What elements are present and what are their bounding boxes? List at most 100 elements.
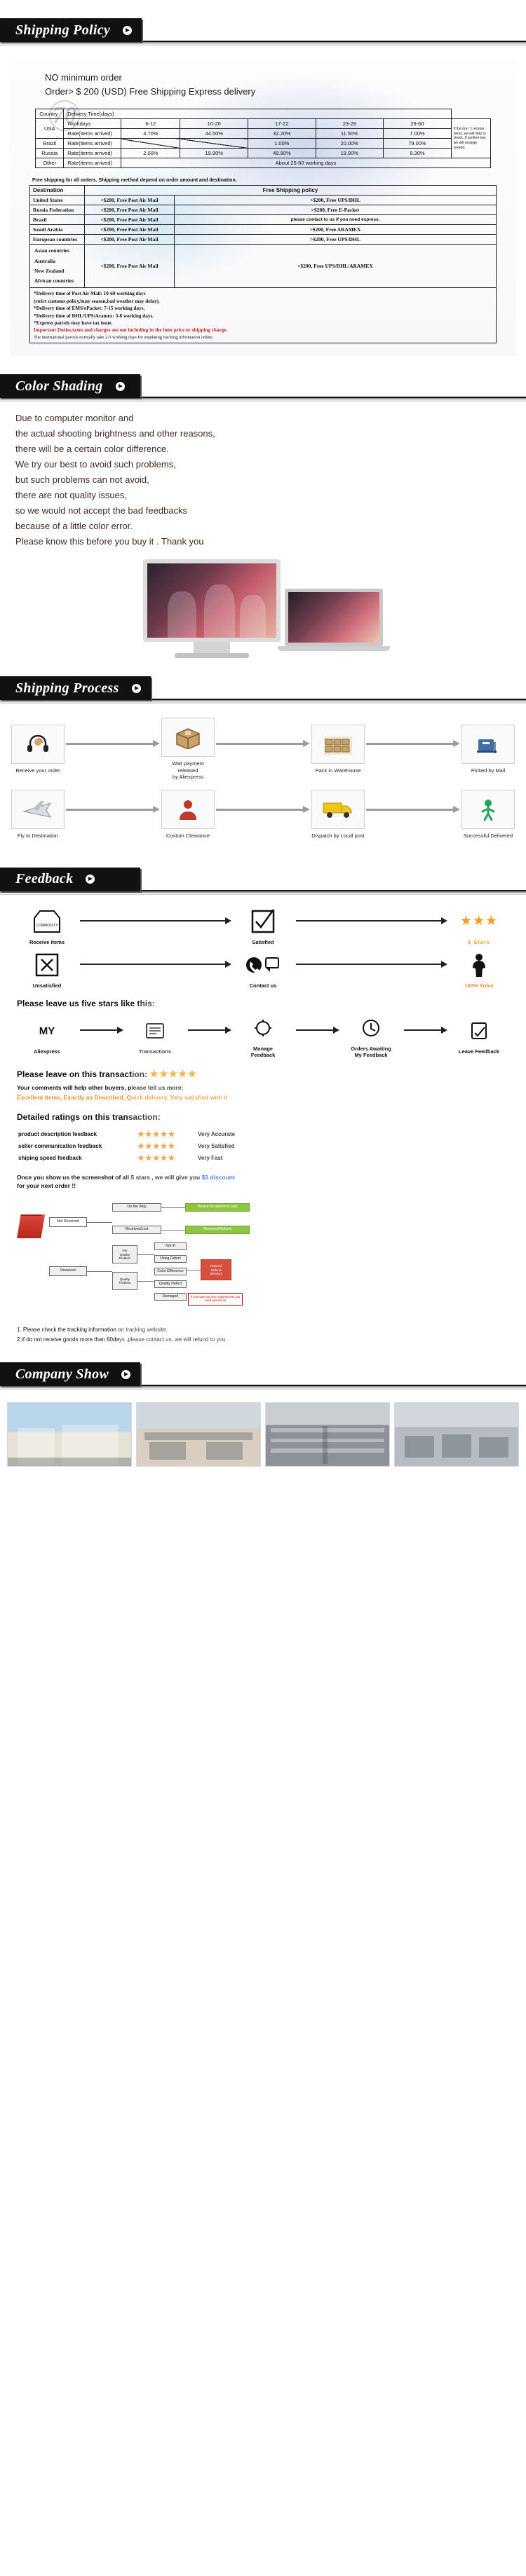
note-ems-epacket: *Delivery time of EMS/ePacket: 7-15 work…	[34, 306, 145, 312]
cell-metric-workdays: Workdays	[63, 118, 122, 130]
flow-received: Received	[49, 1266, 87, 1277]
feedback-arrow-icon	[403, 1027, 447, 1034]
production-line-photo	[136, 1402, 261, 1467]
policy-note: Free shipping for all orders. Shipping m…	[32, 178, 237, 184]
flow-returns-note: If you have any size requirements you ne…	[188, 1293, 243, 1306]
cell-other-days: About 25-60 working days	[121, 158, 491, 169]
cell-dest-saudi-arabia: Saudi Arabia	[29, 224, 85, 235]
free-shipping-policy-table: Destination Free Shipping policy United …	[29, 185, 497, 289]
shipping-headline: NO minimum order Order> $ 200 (USD) Free…	[15, 67, 511, 106]
office-workers-photo	[394, 1402, 519, 1467]
flow-using-defect: Using Defect	[154, 1255, 187, 1263]
flow-connector	[87, 1222, 112, 1224]
cell-russia-1: 19.90%	[180, 148, 248, 159]
flow-received-refund: Received/Refund	[185, 1226, 250, 1235]
cell-usa-1: 44.50%	[180, 128, 248, 139]
note-tracking-update: The international parcels normally take …	[34, 334, 214, 340]
note-tax-issue: *Express parcels may have tax issue.	[34, 320, 113, 327]
table-row: United States <$200, Free Post Air Mail …	[29, 195, 497, 206]
warehouse-shelves-photo	[265, 1402, 390, 1467]
play-marker-icon	[121, 1369, 131, 1379]
table-row: Russia Rate(items arrived) 2.00% 19.90% …	[35, 148, 491, 159]
cell-metric-rate-other: Rate(items arrived)	[63, 158, 122, 169]
lost-parcel-note: If the don ' t receive items, we will he…	[450, 118, 491, 159]
cell-russia-4: 8.30%	[383, 148, 452, 159]
flow-on-the-way: On the Way	[112, 1203, 161, 1212]
section-title: Feedback	[15, 871, 74, 887]
table-row: Asian countries Australia New Zealand Af…	[29, 244, 497, 289]
section-banner-color-shading: Color Shading	[0, 374, 140, 399]
process-arrow-icon	[66, 805, 160, 813]
cell-bucket-3: 23-28	[315, 118, 384, 130]
cell-metric-rate-russia: Rate(items arrived)	[63, 148, 122, 159]
cell-country-brazil: Brazil	[35, 138, 65, 149]
table-row: Russia Federation <$200, Free Post Air M…	[29, 205, 497, 216]
flow-connector	[161, 1207, 185, 1209]
section-title: Company Show	[15, 1366, 109, 1382]
feedback-arrow-icon	[79, 960, 231, 968]
cell-dest-brazil: Brazil	[29, 214, 85, 226]
cell-over-3: >$200, Free ARAMEX	[174, 224, 497, 235]
feedback-arrow-icon	[79, 1027, 123, 1034]
cell-under-0: <$200, Free Post Air Mail	[84, 195, 175, 206]
feedback-arrow-icon	[295, 917, 447, 924]
shipping-policy-body: 70 c w e e l NO minimum order Order> $ 2…	[10, 58, 516, 356]
cell-country-russia: Russia	[35, 148, 65, 159]
table-row: USA Workdays 6-12 10-20 17-22 23-28 29-6…	[35, 118, 491, 159]
section-company-show: Company Show	[0, 1344, 526, 1390]
cell-usa-2: 32.20%	[248, 128, 316, 139]
section-feedback: Feedback	[0, 849, 526, 895]
note-customs-delay: (strict customs policy,busy season,bad w…	[34, 298, 160, 304]
cell-brazil-4: 79.00%	[383, 138, 452, 149]
headline-free-shipping: Order> $ 200 (USD) Free Shipping Express…	[45, 86, 256, 97]
process-arrow-icon	[366, 805, 460, 813]
cell-russia-3: 19.90%	[315, 148, 384, 159]
shopping-cart-icon	[17, 1214, 45, 1239]
note-post-air-mail: *Delivery time of Post Air Mail: 10-60 w…	[34, 291, 146, 297]
cell-brazil-3: 20.00%	[315, 138, 384, 149]
cell-usa-0: 4.70%	[121, 128, 181, 139]
feedback-arrow-icon	[187, 1027, 231, 1034]
laptop-screen	[0, 0, 526, 2576]
cell-under-1: <$200, Free Post Air Mail	[84, 205, 175, 216]
cell-under-3: <$200, Free Post Air Mail	[84, 224, 175, 235]
banner-divider-shadow	[0, 1388, 526, 1390]
process-arrow-icon	[366, 739, 460, 747]
section-banner-feedback: Feedback	[0, 867, 140, 891]
flow-be-patient: Please be patient to wait	[185, 1203, 250, 1212]
flow-color-difference: Color Difference	[154, 1268, 187, 1276]
col-free-shipping-policy: Free Shipping policy	[84, 185, 497, 196]
factory-building-photo	[7, 1402, 132, 1467]
cell-brazil-1	[180, 138, 248, 149]
play-marker-icon	[115, 381, 125, 391]
feedback-arrow-icon	[295, 1027, 339, 1034]
col-destination: Destination	[29, 185, 85, 196]
delivery-rates-table: Country Delivery Time(days) USA Workdays…	[35, 109, 491, 169]
table-row: Brazil <$200, Free Post Air Mail please …	[29, 214, 497, 226]
section-shipping-process: Shipping Process	[0, 658, 526, 704]
play-marker-icon	[131, 683, 141, 693]
cell-country-usa: USA	[35, 118, 65, 139]
cell-metric-rate-usa: Rate(items arrived)	[63, 128, 122, 139]
table-row: Country Delivery Time(days)	[35, 109, 491, 120]
flow-not-fit: Not fit	[154, 1242, 187, 1251]
cell-russia-0: 2.00%	[121, 148, 181, 159]
table-row: Saudi Arabia <$200, Free Post Air Mail >…	[29, 224, 497, 235]
table-row: Rate(items arrived) 4.70% 44.50% 32.20% …	[36, 128, 491, 139]
cell-dest-russia-federation: Russia Federation	[29, 205, 85, 216]
section-banner-shipping-process: Shipping Process	[0, 676, 151, 701]
headline-no-minimum: NO minimum order	[45, 72, 122, 83]
flow-quality-problem: Quality Problem	[112, 1272, 137, 1291]
dispute-flowchart: Not Received Received On the Way Receive…	[17, 1199, 509, 1318]
banner-divider-shadow	[0, 892, 526, 895]
cell-usa-4: 7.00%	[383, 128, 452, 139]
flow-not-quality-problem: Not Quality Problem	[112, 1245, 137, 1264]
model-figures	[0, 0, 526, 2576]
cell-metric-rate-brazil: Rate(items arrived)	[63, 138, 122, 149]
cell-bucket-4: 29-60	[383, 118, 452, 130]
flow-connector	[137, 1281, 154, 1282]
cell-under-4: <$200, Free Post Air Mail	[84, 234, 175, 245]
play-marker-icon	[123, 25, 133, 35]
col-country: Country	[35, 109, 65, 120]
flow-resend-refund-discount: Resend Refund Discount	[201, 1259, 231, 1281]
